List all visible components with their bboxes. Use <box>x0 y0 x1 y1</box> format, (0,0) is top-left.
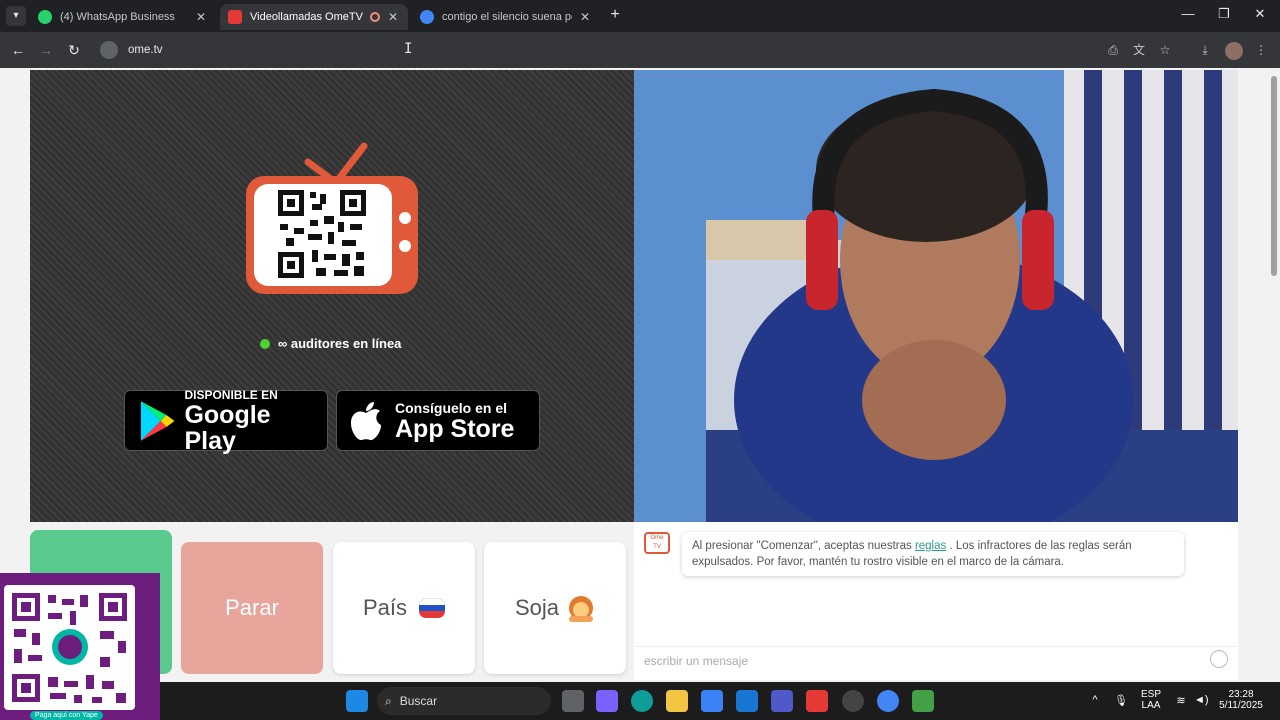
browser-toolbar: ← → ↻ ome.tv ⎙ 文 ☆ ⤓ ⋮ <box>0 32 1280 68</box>
minimize-button[interactable]: — <box>1178 6 1198 21</box>
language-indicator[interactable]: ESP LAA <box>1140 689 1162 711</box>
app-promo-panel: ∞ auditores en línea DISPONIBLE EN Googl… <box>30 70 634 522</box>
taskbar-search-label: Buscar <box>399 694 438 708</box>
ometv-chat-logo: Ome TV <box>644 532 670 554</box>
windows-start-icon[interactable] <box>346 690 368 712</box>
apple-icon <box>351 401 381 440</box>
tv-qr-logo <box>246 142 418 294</box>
clock[interactable]: 23:28 5/11/2025 <box>1216 689 1266 711</box>
taskbar-search[interactable]: ⌕ Buscar <box>377 687 551 715</box>
forward-button[interactable]: → <box>36 40 56 60</box>
woman-emoji-icon <box>569 596 594 622</box>
tab-title: Videollamadas OmeTV — A <box>250 11 366 23</box>
menu-icon[interactable]: ⋮ <box>1253 42 1269 58</box>
tab-strip: ▾ (4) WhatsApp Business ✕ Videollamadas … <box>0 0 1280 32</box>
close-icon[interactable]: ✕ <box>578 10 592 24</box>
search-icon: ⌕ <box>385 693 392 708</box>
yape-caption: Paga aquí con Yape <box>30 711 103 720</box>
whatsapp-icon <box>38 10 52 24</box>
tab-search-button[interactable]: ▾ <box>6 6 26 26</box>
file-explorer-icon[interactable] <box>666 690 688 712</box>
clock-time: 23:28 <box>1228 689 1254 700</box>
bookmark-star-icon[interactable]: ☆ <box>1157 42 1173 58</box>
language-bottom: LAA <box>1141 700 1161 711</box>
rules-notice: Al presionar "Comenzar", aceptas nuestra… <box>682 532 1184 576</box>
tab-google-search[interactable]: contigo el silencio suena perfe ✕ <box>412 4 600 30</box>
copilot-icon[interactable] <box>596 690 618 712</box>
tab-title: contigo el silencio suena perfe <box>442 11 572 23</box>
google-play-icon <box>140 400 175 441</box>
youtube-icon[interactable] <box>806 690 828 712</box>
language-top: ESP <box>1140 689 1161 700</box>
country-filter-button[interactable]: País <box>333 542 475 674</box>
stop-label: Parar <box>225 595 279 620</box>
google-play-small-text: DISPONIBLE EN <box>184 387 278 402</box>
gender-filter-button[interactable]: Soja <box>484 542 626 674</box>
app-store-small-text: Consíguelo en el <box>395 399 508 416</box>
rules-link[interactable]: reglas <box>915 540 946 552</box>
google-play-big-text: Google Play <box>184 400 271 455</box>
recording-icon <box>370 12 380 22</box>
store-icon[interactable] <box>701 690 723 712</box>
qr-pattern <box>12 593 127 703</box>
teams-icon[interactable] <box>771 690 793 712</box>
close-icon[interactable]: ✕ <box>386 10 400 24</box>
task-view-icon[interactable] <box>562 690 584 712</box>
translate-icon[interactable]: 文 <box>1131 42 1147 58</box>
back-button[interactable]: ← <box>8 40 28 60</box>
webcam-video <box>634 70 1238 522</box>
profile-avatar[interactable] <box>1225 42 1243 60</box>
country-label: País <box>362 595 408 620</box>
download-icon[interactable]: ⤓ <box>1197 42 1213 58</box>
app-store-button[interactable]: Consíguelo en el App Store <box>336 390 540 451</box>
volume-icon[interactable]: ◄) <box>1194 694 1209 706</box>
tab-title: (4) WhatsApp Business <box>60 11 175 23</box>
close-icon[interactable]: ✕ <box>194 10 208 24</box>
edge-icon[interactable] <box>631 690 653 712</box>
microphone-icon[interactable]: 🎙 <box>1114 694 1128 707</box>
google-play-button[interactable]: DISPONIBLE EN Google Play <box>124 387 328 455</box>
maximize-button[interactable]: ❐ <box>1214 6 1234 22</box>
online-text: ∞ auditores en línea <box>278 336 402 351</box>
chrome-icon[interactable] <box>877 690 899 712</box>
yape-qr-overlay: Paga aquí con Yape <box>0 573 160 720</box>
reload-button[interactable]: ↻ <box>64 40 84 60</box>
mail-icon[interactable] <box>736 690 758 712</box>
text-cursor-icon: I <box>404 41 413 57</box>
minecraft-icon[interactable] <box>912 690 934 712</box>
url-text: ome.tv <box>128 44 163 56</box>
online-status-dot <box>260 338 270 349</box>
install-app-icon[interactable]: ⎙ <box>1105 42 1121 58</box>
clock-date: 5/11/2025 <box>1219 700 1263 711</box>
close-window-button[interactable]: ✕ <box>1250 6 1270 22</box>
settings-icon[interactable] <box>842 690 864 712</box>
chat-panel: Ome TV Al presionar "Comenzar", aceptas … <box>634 522 1238 680</box>
scrollbar-thumb[interactable] <box>1271 76 1277 276</box>
new-tab-button[interactable]: + <box>606 6 624 24</box>
tab-whatsapp[interactable]: (4) WhatsApp Business ✕ <box>30 4 216 30</box>
yape-qr-code <box>4 585 135 710</box>
gender-label: Soja <box>514 595 560 620</box>
notice-text-before: Al presionar "Comenzar", aceptas nuestra… <box>692 540 915 552</box>
tray-chevron-icon[interactable]: ^ <box>1088 694 1102 706</box>
google-icon <box>420 10 434 24</box>
ometv-page: ∞ auditores en línea DISPONIBLE EN Googl… <box>0 68 1268 682</box>
page-scrollbar[interactable] <box>1268 68 1280 682</box>
webcam-feed-image <box>634 70 1238 522</box>
address-bar[interactable]: ome.tv <box>96 36 1096 64</box>
chat-message-input[interactable]: escribir un mensaje <box>634 646 1238 676</box>
emoji-icon[interactable] <box>1210 650 1228 668</box>
site-info-icon[interactable] <box>100 41 118 59</box>
tab-ometv[interactable]: Videollamadas OmeTV — A ✕ <box>220 4 408 30</box>
russia-flag-icon <box>419 598 446 618</box>
stop-button[interactable]: Parar <box>181 542 323 674</box>
wifi-icon[interactable]: ≋ <box>1174 694 1188 707</box>
online-count: ∞ auditores en línea <box>260 336 401 351</box>
chat-input-placeholder: escribir un mensaje <box>644 654 749 668</box>
ometv-icon <box>228 10 242 24</box>
app-store-big-text: App Store <box>395 414 515 443</box>
